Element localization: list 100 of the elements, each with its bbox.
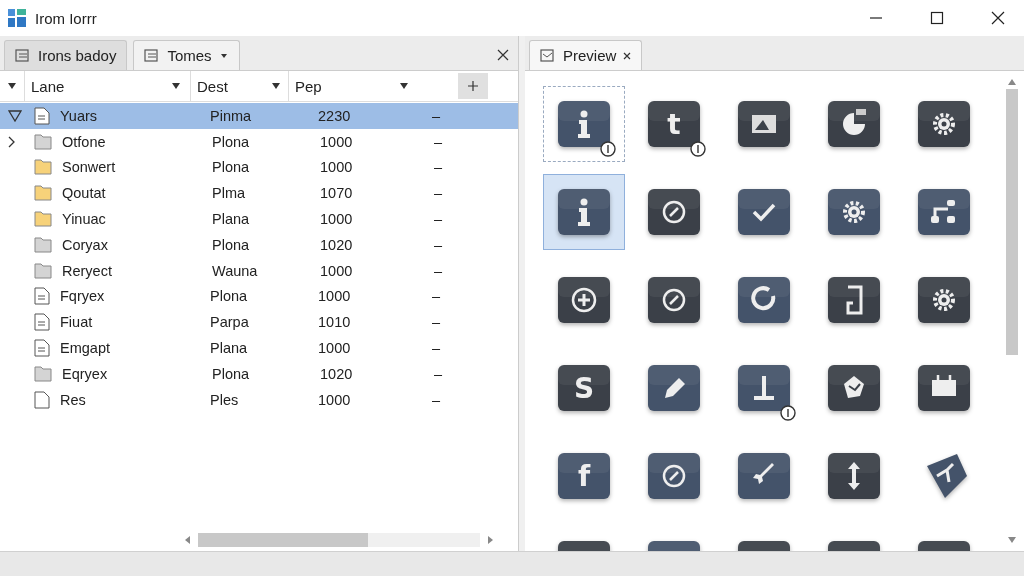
caret-icon[interactable] xyxy=(8,83,16,89)
table-row[interactable]: Fiuat Parpa 1010 – xyxy=(0,309,518,336)
icon-tile[interactable]: f xyxy=(543,438,625,514)
preview-tab[interactable]: Preview xyxy=(529,40,643,70)
name-cell-text: Otfone xyxy=(61,133,107,150)
pep-cell-text: 1000 xyxy=(318,340,352,357)
table-cell: – xyxy=(432,340,441,357)
list-icon[interactable] xyxy=(144,48,161,63)
dest-cell-text: Pinma xyxy=(210,107,253,124)
table-row[interactable]: Sonwert Plona 1000 – xyxy=(0,154,518,181)
preview-icon[interactable] xyxy=(540,48,556,63)
dest-cell-text: Plana xyxy=(210,340,249,357)
dest-cell-text: Ples xyxy=(210,391,240,408)
caret-icon[interactable] xyxy=(172,83,180,89)
pep-cell-text: 1010 xyxy=(318,314,352,331)
close-icon[interactable] xyxy=(991,11,1005,25)
name-cell-text: Eqryex xyxy=(61,365,109,382)
dest-cell-text: Plma xyxy=(212,185,247,202)
dest-cell-text: Plona xyxy=(210,288,249,305)
table-cell: – xyxy=(434,236,443,253)
table-cell: – xyxy=(434,211,443,228)
table-row[interactable]: Reryect Wauna 1000 – xyxy=(0,257,518,284)
table-row[interactable]: Eqryex Plona 1020 – xyxy=(0,360,518,387)
dest-cell-text: Parpa xyxy=(210,314,250,331)
pep-cell-text: 1000 xyxy=(320,159,354,176)
name-cell-text: Sonwert xyxy=(61,159,117,176)
table-row[interactable]: Emgapt Plana 1000 – xyxy=(0,335,518,361)
app-icon xyxy=(8,9,26,27)
table-row[interactable]: Fqryex Plona 1000 – xyxy=(0,283,518,310)
document-icon xyxy=(34,339,50,358)
caret-icon[interactable] xyxy=(400,83,408,89)
scroll-down-icon[interactable] xyxy=(1008,537,1016,543)
table-row[interactable]: Coryax Plona 1020 – xyxy=(0,232,518,258)
horizontal-scrollbar[interactable] xyxy=(198,533,480,547)
caret-icon[interactable] xyxy=(272,83,280,89)
name-cell-text: Coryax xyxy=(61,236,109,253)
pep-cell-text: 1020 xyxy=(320,365,354,382)
tab[interactable]: Tomes xyxy=(133,40,240,70)
column-header[interactable]: Lane xyxy=(24,71,164,101)
pep-cell-text: 1000 xyxy=(318,391,352,408)
scroll-left-icon[interactable] xyxy=(184,536,192,544)
caret-icon[interactable] xyxy=(218,51,229,60)
pep-cell-text: 1070 xyxy=(320,185,354,202)
folder-icon xyxy=(34,211,52,228)
pep-cell-text: 2230 xyxy=(318,107,352,124)
table-cell: – xyxy=(434,185,443,202)
name-cell-text: Fqryex xyxy=(59,288,106,305)
folder-icon xyxy=(34,365,52,382)
icon-tile[interactable]: t xyxy=(633,86,715,162)
maximize-icon[interactable] xyxy=(930,11,944,25)
icon-tile[interactable]: S xyxy=(543,350,625,426)
expand-icon[interactable] xyxy=(8,135,16,148)
table-cell: – xyxy=(432,107,441,124)
table-row[interactable]: Yinuac Plana 1000 – xyxy=(0,206,518,232)
scroll-up-icon[interactable] xyxy=(1008,79,1016,85)
scroll-right-icon[interactable] xyxy=(486,536,494,544)
table-cell: – xyxy=(432,288,441,305)
icon-tile[interactable] xyxy=(543,86,625,162)
name-cell-text: Res xyxy=(59,391,87,408)
close-icon[interactable] xyxy=(497,49,509,61)
name-cell-text: Fiuat xyxy=(59,314,94,331)
name-cell-text: Qoutat xyxy=(61,185,107,202)
name-cell-text: Yinuac xyxy=(61,211,107,228)
table-cell: – xyxy=(432,314,441,331)
folder-icon xyxy=(34,236,52,253)
name-cell-text: Emgapt xyxy=(59,340,111,357)
folder-icon xyxy=(34,159,52,176)
close-icon[interactable] xyxy=(623,51,632,60)
table-cell: – xyxy=(434,159,443,176)
table-cell: – xyxy=(434,262,443,279)
table-row[interactable]: Res Ples 1000 – xyxy=(0,386,518,413)
table-cell: – xyxy=(432,391,441,408)
letter-icon: S xyxy=(557,364,611,412)
column-header[interactable]: Pep xyxy=(288,71,392,101)
table-row[interactable]: Otfone Plona 1000 – xyxy=(0,128,518,155)
folder-icon xyxy=(34,262,52,279)
table-cell: – xyxy=(434,365,443,382)
list-icon[interactable] xyxy=(15,48,31,63)
folder-icon xyxy=(34,133,52,150)
dest-cell-text: Plana xyxy=(212,211,251,228)
pep-cell-text: 1000 xyxy=(320,262,354,279)
name-cell-text: Reryect xyxy=(61,262,113,279)
dest-cell-text: Plona xyxy=(212,159,251,176)
plus-icon[interactable] xyxy=(467,80,479,92)
file-icon xyxy=(34,390,50,409)
dest-cell-text: Plona xyxy=(212,365,251,382)
table-row[interactable]: Qoutat Plma 1070 – xyxy=(0,180,518,207)
tab[interactable]: Irons badoy xyxy=(4,40,128,70)
document-icon xyxy=(34,313,50,332)
pep-cell-text: 1000 xyxy=(320,211,354,228)
pep-cell-text: 1020 xyxy=(320,236,354,253)
collapse-icon[interactable] xyxy=(8,109,22,122)
icon-tile[interactable] xyxy=(543,174,625,250)
column-header[interactable]: Dest xyxy=(190,71,264,101)
pep-cell-text: 1000 xyxy=(318,288,352,305)
folder-icon xyxy=(34,185,52,202)
dest-cell-text: Plona xyxy=(212,236,251,253)
table-row[interactable]: Yuars Pinma 2230 – xyxy=(0,103,518,129)
document-icon xyxy=(34,287,50,306)
document-icon xyxy=(34,106,50,125)
